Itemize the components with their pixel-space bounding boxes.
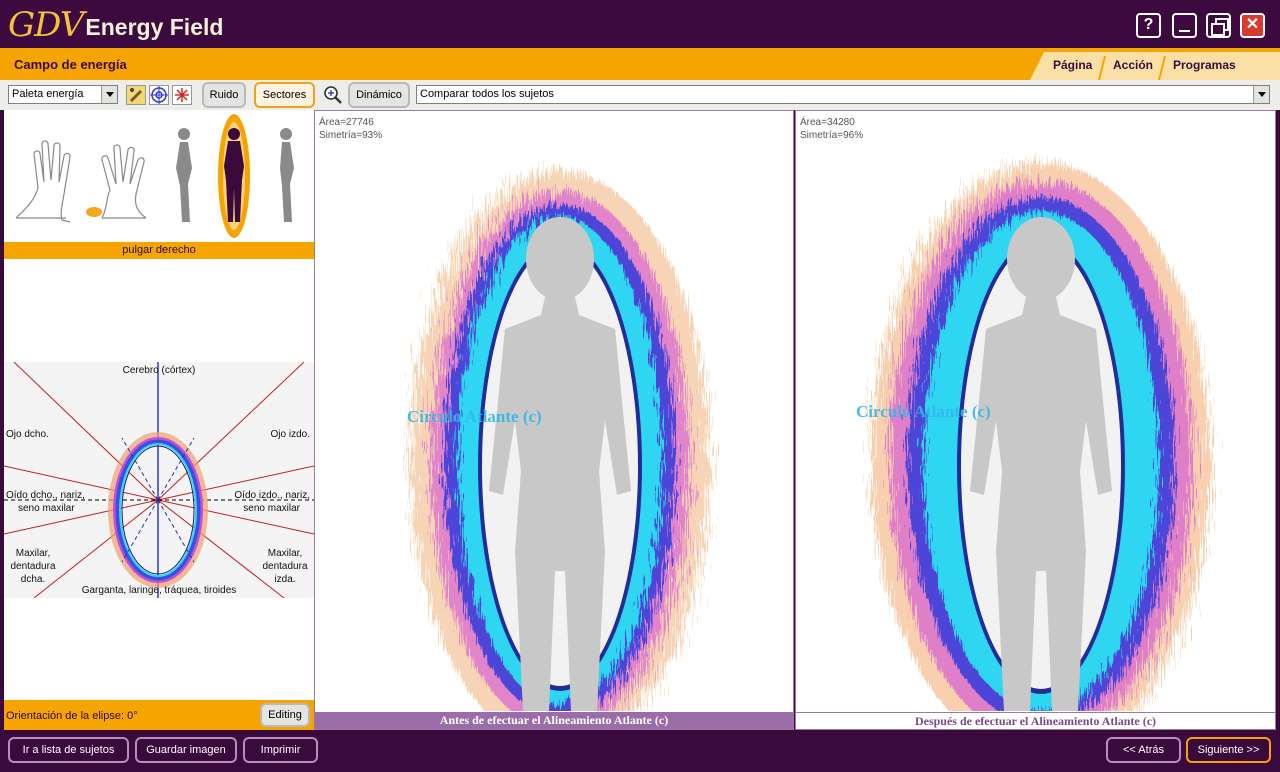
sector-label-left-jaw-line1: Maxilar, — [267, 548, 303, 559]
minimize-button[interactable] — [1172, 13, 1197, 38]
sector-label-left-ear: Oído izdo., nariz, seno maxilar — [234, 489, 310, 515]
chevron-down-icon[interactable] — [1253, 86, 1269, 103]
sector-label-right-jaw-line1: Maxilar, — [15, 548, 51, 559]
before-symmetry: Simetría=93% — [319, 130, 383, 141]
sector-label-right-jaw-line2: dentadura — [10, 561, 56, 572]
compare-select[interactable]: Comparar todos los sujetos — [416, 85, 1270, 104]
thumb-body-front-selected[interactable] — [218, 114, 250, 238]
sector-label-left-jaw-line2: dentadura — [262, 561, 308, 572]
logo-mark: GDV — [8, 5, 84, 45]
ellipse-orientation-label: Orientación de la elipse: 0° — [6, 710, 138, 722]
sector-diagram: Cerebro (córtex) Ojo dcho. Ojo izdo. Oíd… — [4, 362, 314, 598]
thumb-left-hand[interactable] — [15, 140, 71, 223]
after-caption: Después de efectuar el Alineamiento Atla… — [796, 712, 1275, 729]
toolbar: Paleta energía Ruido Sectores Dinámico C… — [0, 80, 1280, 110]
restore-button[interactable] — [1206, 13, 1231, 38]
subject-list-button[interactable]: Ir a lista de sujetos — [8, 737, 129, 763]
panel-before: Área=27746 Simetría=93% Circulo Atlante … — [314, 110, 794, 730]
sectores-button[interactable]: Sectores — [254, 82, 315, 108]
after-watermark: Circulo Atlante (c) — [856, 402, 991, 421]
close-button[interactable]: ✕ — [1240, 13, 1265, 38]
pencil-icon[interactable] — [126, 85, 146, 105]
back-button[interactable]: << Atrás — [1106, 737, 1181, 763]
panel-after: Área=34280 Simetría=96% Circulo Atlante … — [795, 110, 1276, 730]
editing-button[interactable]: Editing — [260, 703, 310, 727]
save-image-button[interactable]: Guardar imagen — [135, 737, 237, 763]
app-window: GDV Energy Field ? ✕ Campo de energía Pá… — [0, 0, 1280, 772]
zoom-icon[interactable] — [323, 85, 343, 105]
ruido-button[interactable]: Ruido — [202, 82, 246, 108]
menu-programas[interactable]: Programas — [1173, 58, 1236, 72]
sectors-star-icon[interactable] — [172, 85, 192, 105]
selected-thumbnail-label: pulgar derecho — [4, 242, 314, 259]
print-button[interactable]: Imprimir — [243, 737, 318, 763]
sector-label-right-ear-line1: Oído dcho., nariz, — [6, 490, 85, 501]
section-header: Campo de energía Página Acción Programas — [0, 48, 1280, 80]
sector-label-throat: Garganta, laringe, tráquea, tiroides — [81, 585, 237, 596]
bottom-bar: Ir a lista de sujetos Guardar imagen Imp… — [0, 730, 1280, 772]
app-logo: GDV Energy Field — [8, 6, 223, 42]
sector-label-left-ear-line2: seno maxilar — [243, 503, 300, 514]
thumbnail-strip — [4, 110, 314, 242]
palette-select[interactable]: Paleta energía — [8, 85, 118, 104]
close-icon: ✕ — [1245, 16, 1260, 33]
before-watermark: Circulo Atlante (c) — [407, 407, 542, 426]
thumb-body-side[interactable] — [176, 128, 192, 222]
page-title: Campo de energía — [14, 57, 127, 72]
sector-label-right-ear: Oído dcho., nariz, seno maxilar — [6, 489, 85, 515]
after-symmetry: Simetría=96% — [800, 130, 864, 141]
after-stats: Área=34280 Simetría=96% — [800, 116, 863, 142]
title-bar: GDV Energy Field ? ✕ — [0, 0, 1280, 48]
compare-select-value: Comparar todos los sujetos — [420, 88, 554, 100]
thumb-body-side-right[interactable] — [280, 128, 294, 222]
help-icon: ? — [1143, 16, 1154, 33]
sector-label-right-eye: Ojo dcho. — [6, 429, 49, 440]
palette-select-value: Paleta energía — [12, 88, 84, 100]
after-area: Área=34280 — [800, 117, 855, 128]
target-icon[interactable] — [149, 85, 169, 105]
sector-label-left-ear-line1: Oído izdo., nariz, — [234, 490, 310, 501]
sector-label-right-ear-line2: seno maxilar — [18, 503, 75, 514]
logo-text: Energy Field — [85, 14, 224, 40]
sector-label-right-jaw: Maxilar, dentadura dcha. — [6, 547, 60, 586]
thumb-right-hand[interactable] — [101, 144, 147, 219]
chevron-down-icon[interactable] — [101, 86, 117, 103]
dinamico-button[interactable]: Dinámico — [348, 82, 410, 108]
sector-label-brain: Cerebro (córtex) — [122, 365, 196, 376]
next-button[interactable]: Siguiente >> — [1186, 737, 1271, 763]
menu-pagina[interactable]: Página — [1053, 58, 1092, 72]
left-panel: pulgar derecho Cerebro (córtex) Ojo dcho… — [4, 110, 314, 730]
before-stats: Área=27746 Simetría=93% — [319, 116, 382, 142]
left-footer: Orientación de la elipse: 0° Editing — [4, 700, 314, 730]
help-button[interactable]: ? — [1136, 13, 1161, 38]
sector-label-left-jaw: Maxilar, dentadura izda. — [258, 547, 312, 586]
before-caption: Antes de efectuar el Alineamiento Atlant… — [315, 712, 793, 729]
before-area: Área=27746 — [319, 117, 374, 128]
sector-label-left-eye: Ojo izdo. — [270, 429, 310, 440]
aura-image-before — [410, 171, 710, 711]
menu-accion[interactable]: Acción — [1113, 58, 1153, 72]
thumb-right-thumb-highlight — [86, 207, 102, 217]
